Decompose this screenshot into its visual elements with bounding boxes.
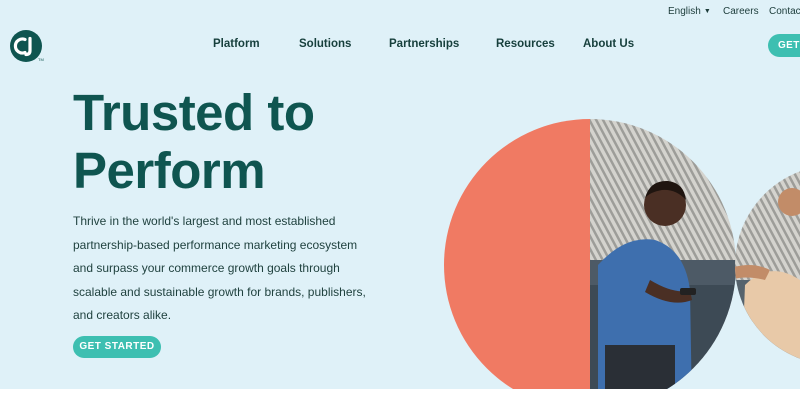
coral-half-circle	[444, 119, 590, 400]
language-selector[interactable]: English ▼	[668, 6, 711, 17]
hero-headline-line-2: Perform	[73, 142, 266, 199]
nav-platform[interactable]: Platform	[213, 38, 260, 50]
language-label: English	[668, 6, 701, 17]
nav-resources[interactable]: Resources	[496, 38, 555, 50]
utility-bar: English ▼ Careers Contac	[0, 0, 800, 24]
careers-link[interactable]: Careers	[723, 6, 759, 17]
nav-solutions[interactable]: Solutions	[299, 38, 351, 50]
hero-headline-line-1: Trusted to	[73, 84, 315, 141]
person-photo-2	[735, 165, 800, 365]
hero-headline: Trusted to Perform	[73, 84, 315, 200]
caret-down-icon: ▼	[703, 8, 711, 15]
nav-partnerships[interactable]: Partnerships	[389, 38, 459, 50]
nav-about-us[interactable]: About Us	[583, 38, 634, 50]
get-started-button[interactable]: GET STARTED	[73, 336, 161, 358]
contact-link[interactable]: Contac	[769, 6, 800, 17]
trademark-mark: TM	[38, 57, 44, 62]
nav-get-started-button[interactable]: GET	[768, 34, 800, 57]
person-photo	[590, 119, 736, 400]
hero-image	[444, 119, 800, 400]
section-divider	[0, 389, 800, 400]
hero-description: Thrive in the world's largest and most e…	[73, 214, 366, 322]
